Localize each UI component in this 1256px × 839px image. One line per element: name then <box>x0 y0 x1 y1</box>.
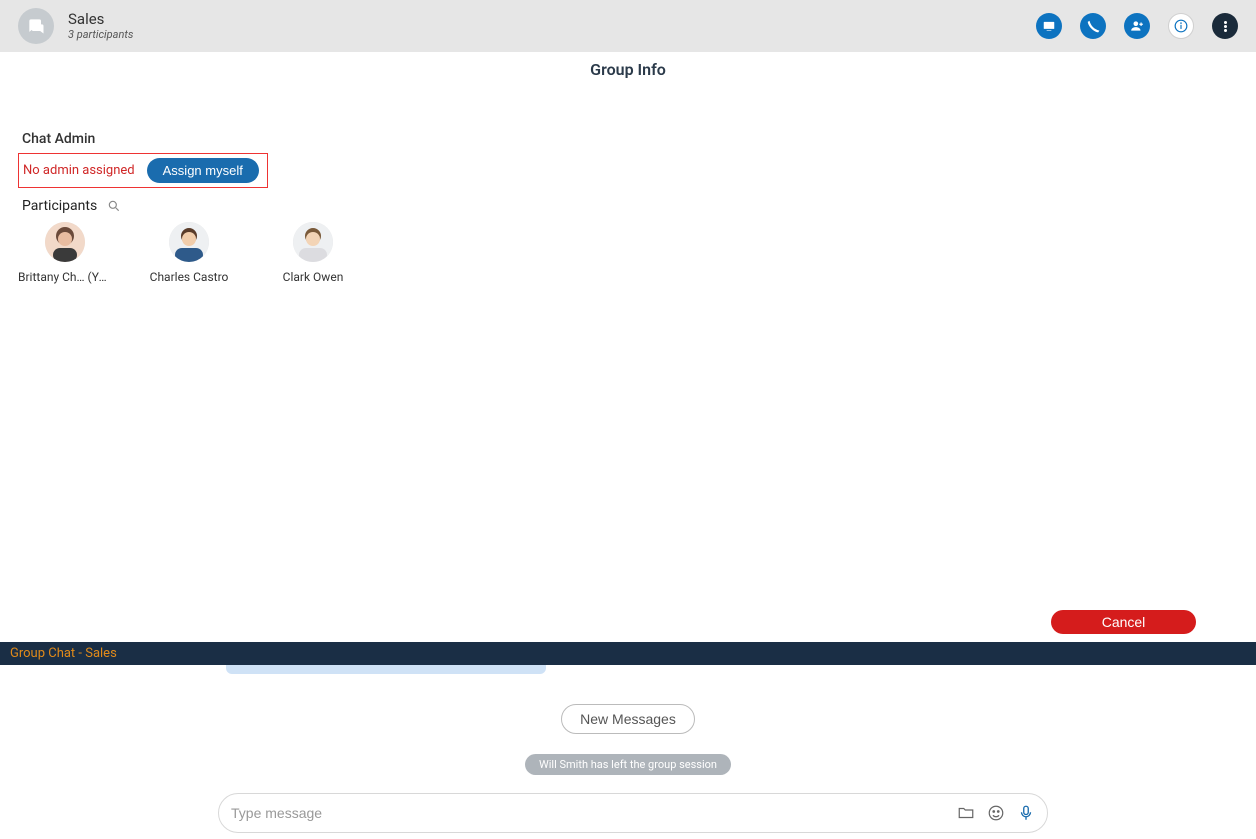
avatar <box>293 222 333 262</box>
no-admin-text: No admin assigned <box>23 163 135 178</box>
message-input[interactable] <box>231 805 957 821</box>
chat-admin-heading: Chat Admin <box>22 131 1256 147</box>
info-icon[interactable] <box>1168 13 1194 39</box>
participant-item[interactable]: Clark Owen <box>266 222 360 284</box>
participants-heading-row: Participants <box>22 198 1256 214</box>
avatar <box>169 222 209 262</box>
group-chat-title-bar[interactable]: Group Chat - Sales <box>0 642 1256 665</box>
search-icon[interactable] <box>107 199 121 213</box>
participant-item[interactable]: Brittany Ch… (You) <box>18 222 112 284</box>
message-composer[interactable] <box>218 793 1048 833</box>
panel-title: Group Info <box>0 60 1256 79</box>
new-messages-button[interactable]: New Messages <box>561 704 695 734</box>
phone-icon[interactable] <box>1080 13 1106 39</box>
cancel-button[interactable]: Cancel <box>1051 610 1196 634</box>
participant-name: Brittany Ch… (You) <box>18 270 112 284</box>
group-info-panel: Group Info Chat Admin No admin assigned … <box>0 52 1256 642</box>
message-bubble-fragment <box>226 664 546 674</box>
participants-heading: Participants <box>22 198 97 214</box>
composer-icons <box>957 804 1035 822</box>
chat-title: Sales <box>68 11 133 28</box>
emoji-icon[interactable] <box>987 804 1005 822</box>
chat-header-titles: Sales 3 participants <box>68 11 133 41</box>
participant-name: Clark Owen <box>266 270 360 284</box>
screen-share-icon[interactable] <box>1036 13 1062 39</box>
add-user-icon[interactable] <box>1124 13 1150 39</box>
folder-icon[interactable] <box>957 804 975 822</box>
avatar <box>45 222 85 262</box>
microphone-icon[interactable] <box>1017 804 1035 822</box>
participant-item[interactable]: Charles Castro <box>142 222 236 284</box>
chat-admin-highlight-box: No admin assigned Assign myself <box>18 153 268 188</box>
participant-name: Charles Castro <box>142 270 236 284</box>
more-options-icon[interactable] <box>1212 13 1238 39</box>
participants-list: Brittany Ch… (You) Charles Castro Clark … <box>18 222 1256 284</box>
group-chat-icon <box>18 8 54 44</box>
system-message: Will Smith has left the group session <box>525 754 731 775</box>
header-actions <box>1036 13 1238 39</box>
assign-myself-button[interactable]: Assign myself <box>147 158 259 183</box>
chat-subtitle: 3 participants <box>68 28 133 41</box>
chat-header: Sales 3 participants <box>0 0 1256 52</box>
